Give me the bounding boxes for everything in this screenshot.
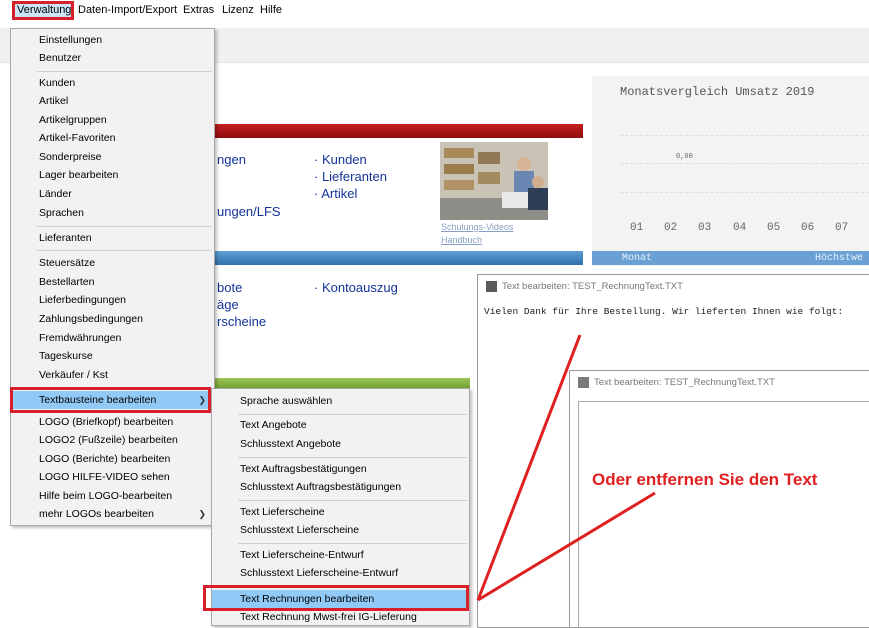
menu-item-label: Lieferbedingungen	[39, 294, 126, 306]
menu-item-artikel-favoriten[interactable]: Artikel-Favoriten	[11, 129, 214, 147]
menu-item-sprachen[interactable]: Sprachen	[11, 204, 214, 222]
annotation-box-text-rechnungen	[203, 585, 469, 611]
annotation-arrow-2	[477, 491, 656, 602]
annotation-text: Oder entfernen Sie den Text	[592, 470, 818, 489]
menu-item-label: Steuersätze	[39, 257, 96, 269]
menu-item-label: Kunden	[39, 77, 76, 89]
menu-item-label: mehr LOGOs bearbeiten	[39, 508, 154, 520]
menu-item-einstellungen[interactable]: Einstellungen	[11, 31, 214, 49]
menu-item-label: Lieferanten	[39, 232, 92, 244]
menu-item-label: Sprache auswählen	[240, 395, 333, 407]
menu-item-tageskurse[interactable]: Tageskurse	[11, 347, 214, 365]
menu-item-label: Fremdwährungen	[39, 332, 122, 344]
menu-item-fremdwaehrungen[interactable]: Fremdwährungen	[11, 329, 214, 347]
menu-item-schlusstext-auftragsbestaetigungen[interactable]: Schlusstext Auftragsbestätigungen	[212, 478, 469, 496]
menu-separator	[238, 414, 467, 415]
menu-item-label: LOGO (Berichte) bearbeiten	[39, 453, 171, 465]
menu-item-label: Schlusstext Angebote	[240, 438, 341, 450]
menu-separator	[238, 500, 467, 501]
menu-item-label: Benutzer	[39, 52, 82, 64]
menu-item-logo2-fusszeile[interactable]: LOGO2 (Fußzeile) bearbeiten	[11, 431, 214, 449]
menu-separator	[238, 543, 467, 544]
menu-item-label: Sprachen	[39, 207, 84, 219]
menu-separator	[37, 226, 212, 227]
menu-item-label: Lager bearbeiten	[39, 169, 119, 181]
menu-item-verkaeufer-kst[interactable]: Verkäufer / Kst	[11, 366, 214, 384]
menu-item-hilfe-logo-bearbeiten[interactable]: Hilfe beim LOGO-bearbeiten	[11, 487, 214, 505]
menu-item-mehr-logos[interactable]: mehr LOGOs bearbeiten ❯	[11, 505, 214, 523]
menu-item-label: LOGO HILFE-VIDEO sehen	[39, 471, 170, 483]
menu-item-logo-hilfe-video[interactable]: LOGO HILFE-VIDEO sehen	[11, 468, 214, 486]
menu-separator	[238, 457, 467, 458]
menu-item-logo-berichte[interactable]: LOGO (Berichte) bearbeiten	[11, 450, 214, 468]
annotation-box-textbausteine	[10, 387, 211, 413]
menu-separator	[37, 71, 212, 72]
menu-item-steuersaetze[interactable]: Steuersätze	[11, 254, 214, 272]
menu-item-label: Verkäufer / Kst	[39, 369, 108, 381]
menu-item-schlusstext-lieferscheine[interactable]: Schlusstext Lieferscheine	[212, 521, 469, 539]
menu-item-laender[interactable]: Länder	[11, 185, 214, 203]
menu-item-label: Zahlungsbedingungen	[39, 313, 143, 325]
menu-item-label: Artikelgruppen	[39, 114, 107, 126]
menu-item-label: Tageskurse	[39, 350, 93, 362]
menu-item-logo-briefkopf[interactable]: LOGO (Briefkopf) bearbeiten	[11, 413, 214, 431]
menu-item-schlusstext-angebote[interactable]: Schlusstext Angebote	[212, 435, 469, 453]
menu-item-artikel[interactable]: Artikel	[11, 92, 214, 110]
menu-item-artikelgruppen[interactable]: Artikelgruppen	[11, 111, 214, 129]
chevron-right-icon: ❯	[198, 509, 206, 519]
menu-item-label: Sonderpreise	[39, 151, 102, 163]
verwaltung-dropdown: Einstellungen Benutzer Kunden Artikel Ar…	[10, 28, 215, 526]
menu-item-kunden[interactable]: Kunden	[11, 74, 214, 92]
menu-item-bestellarten[interactable]: Bestellarten	[11, 273, 214, 291]
menu-item-text-lieferscheine[interactable]: Text Lieferscheine	[212, 503, 469, 521]
menu-item-label: Schlusstext Auftragsbestätigungen	[240, 481, 402, 493]
menu-item-label: LOGO2 (Fußzeile) bearbeiten	[39, 434, 178, 446]
menu-item-zahlungsbedingungen[interactable]: Zahlungsbedingungen	[11, 310, 214, 328]
menu-item-lieferbedingungen[interactable]: Lieferbedingungen	[11, 291, 214, 309]
menu-item-text-auftragsbestaetigungen[interactable]: Text Auftragsbestätigungen	[212, 460, 469, 478]
annotation-arrow-1	[476, 334, 582, 601]
menu-item-sprache-auswaehlen[interactable]: Sprache auswählen	[212, 392, 469, 410]
menu-item-label: Text Lieferscheine-Entwurf	[240, 549, 364, 561]
menu-item-lager-bearbeiten[interactable]: Lager bearbeiten	[11, 166, 214, 184]
menu-item-label: Artikel-Favoriten	[39, 132, 116, 144]
menu-item-label: LOGO (Briefkopf) bearbeiten	[39, 416, 174, 428]
menu-item-label: Hilfe beim LOGO-bearbeiten	[39, 490, 173, 502]
menu-item-sonderpreise[interactable]: Sonderpreise	[11, 148, 214, 166]
menu-item-lieferanten[interactable]: Lieferanten	[11, 229, 214, 247]
menu-item-benutzer[interactable]: Benutzer	[11, 49, 214, 67]
menu-item-schlusstext-lieferscheine-entwurf[interactable]: Schlusstext Lieferscheine-Entwurf	[212, 564, 469, 582]
menu-item-label: Text Auftragsbestätigungen	[240, 463, 367, 475]
menu-item-label: Länder	[39, 188, 72, 200]
menu-item-label: Artikel	[39, 95, 69, 107]
menu-item-text-lieferscheine-entwurf[interactable]: Text Lieferscheine-Entwurf	[212, 546, 469, 564]
menu-item-label: Bestellarten	[39, 276, 95, 288]
menu-item-text-angebote[interactable]: Text Angebote	[212, 416, 469, 434]
menu-separator	[37, 250, 212, 251]
menu-item-label: Text Angebote	[240, 419, 307, 431]
menu-item-label: Schlusstext Lieferscheine	[240, 524, 360, 536]
menu-item-label: Schlusstext Lieferscheine-Entwurf	[240, 567, 399, 579]
menu-item-label: Text Lieferscheine	[240, 506, 325, 518]
menu-item-label: Einstellungen	[39, 34, 103, 46]
